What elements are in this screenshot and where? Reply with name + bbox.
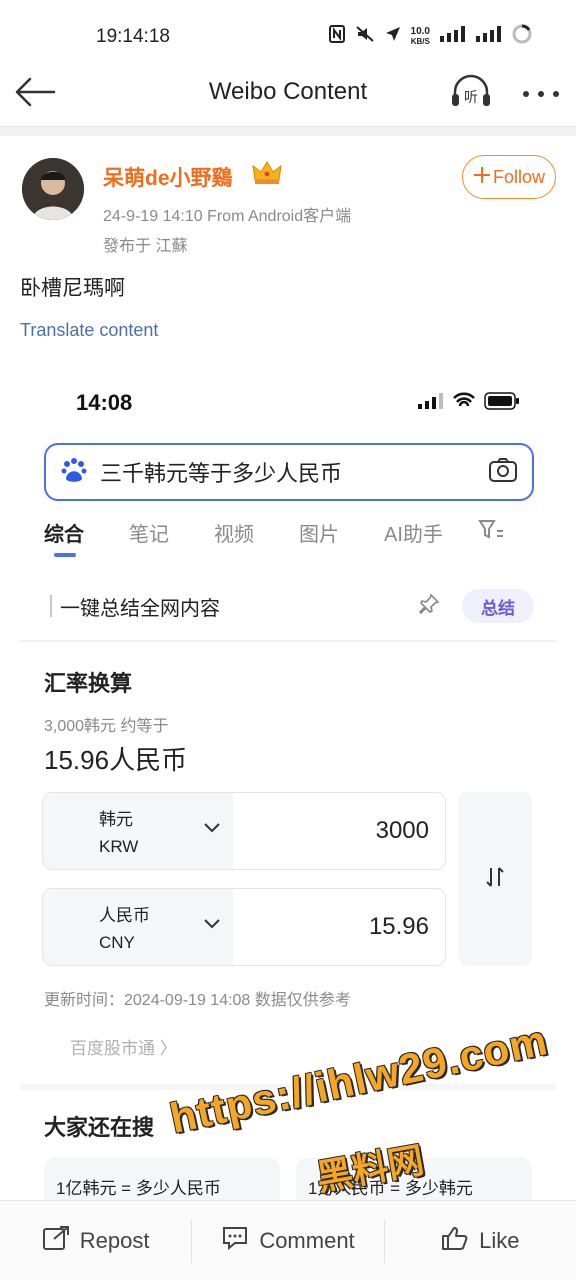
embedded-status-time: 14:08 xyxy=(76,390,133,415)
from-amount-input[interactable]: 3000 xyxy=(376,817,429,845)
like-button[interactable]: Like xyxy=(383,1218,576,1263)
summary-row: 一键总结全网内容 总结 xyxy=(50,588,534,624)
status-time: 19:14:18 xyxy=(96,26,170,47)
nav-bar: Weibo Content 听 xyxy=(0,72,576,126)
tab-images[interactable]: 图片 xyxy=(299,518,339,547)
mute-icon xyxy=(355,25,375,48)
action-bar: Repost Comment Like xyxy=(0,1200,576,1280)
exchange-result: 15.96人民币 xyxy=(44,745,188,775)
tab-ai-assistant[interactable]: AI助手 xyxy=(384,518,443,547)
crown-badge-icon xyxy=(252,160,282,191)
post-location: 發布于 江蘇 xyxy=(103,238,188,255)
also-search-title: 大家还在搜 xyxy=(44,1115,155,1140)
post-text: 卧槽尼瑪啊 xyxy=(20,277,125,300)
post-meta: 24-9-19 14:10 From Android客户端 xyxy=(103,208,352,225)
to-currency-box[interactable]: 人民币 CNY 15.96 xyxy=(42,888,446,966)
tab-all[interactable]: 综合 xyxy=(44,518,84,547)
chevron-down-icon xyxy=(203,917,221,935)
status-icons: 10.0 KB/S xyxy=(328,24,532,49)
battery-icon xyxy=(512,24,532,49)
repost-icon xyxy=(42,1225,70,1257)
update-time: 更新时间：2024-09-19 14:08 数据仅供参考 xyxy=(44,992,351,1009)
baidu-search-box[interactable]: 三千韩元等于多少人民币 xyxy=(44,443,534,501)
chevron-down-icon xyxy=(203,821,221,839)
from-currency-name: 韩元 xyxy=(99,810,133,829)
comment-icon xyxy=(221,1225,249,1257)
header-divider xyxy=(0,126,576,136)
repost-label: Repost xyxy=(79,1227,150,1253)
to-currency-name: 人民币 xyxy=(99,906,150,925)
search-tabs: 综合 笔记 视频 图片 AI助手 xyxy=(44,518,544,547)
translate-link[interactable]: Translate content xyxy=(20,320,158,341)
baidu-paw-icon xyxy=(60,456,88,489)
net-speed: 10.0 KB/S xyxy=(410,25,430,46)
plus-icon xyxy=(473,166,491,189)
also-search-item[interactable]: 1亿韩元 = 多少人民币 xyxy=(44,1158,280,1200)
wifi-icon xyxy=(452,392,476,415)
embedded-status-icons xyxy=(418,392,520,415)
tab-notes[interactable]: 笔记 xyxy=(129,518,169,547)
location-icon xyxy=(385,26,401,47)
thumbs-up-icon xyxy=(441,1225,469,1257)
status-bar: 19:14:18 10.0 KB/S xyxy=(0,0,576,72)
tab-video[interactable]: 视频 xyxy=(214,518,254,547)
post-username[interactable]: 呆萌de小野鷄 xyxy=(103,162,233,192)
camera-icon[interactable] xyxy=(488,457,518,488)
to-amount-input[interactable]: 15.96 xyxy=(369,913,429,941)
summary-bar xyxy=(50,595,52,617)
swap-arrows-icon xyxy=(483,865,507,894)
follow-button[interactable]: Follow xyxy=(462,155,556,199)
pin-icon[interactable] xyxy=(418,593,440,620)
listen-headphones-icon[interactable]: 听 xyxy=(450,74,492,115)
exchange-card-title: 汇率换算 xyxy=(44,671,133,696)
svg-text:听: 听 xyxy=(464,90,478,106)
cell-signal-icon xyxy=(418,393,444,414)
follow-label: Follow xyxy=(492,166,545,187)
more-options-icon[interactable] xyxy=(522,86,560,104)
comment-button[interactable]: Comment xyxy=(191,1218,383,1263)
signal-icon xyxy=(440,26,466,47)
swap-currency-button[interactable] xyxy=(458,792,532,966)
comment-label: Comment xyxy=(259,1227,355,1253)
signal-icon-2 xyxy=(476,26,502,47)
to-currency-code: CNY xyxy=(99,933,135,952)
filter-icon[interactable] xyxy=(478,519,504,546)
repost-button[interactable]: Repost xyxy=(0,1219,191,1263)
battery-full-icon xyxy=(484,392,520,415)
summarize-button[interactable]: 总结 xyxy=(462,589,534,623)
active-tab-indicator xyxy=(54,553,76,557)
like-label: Like xyxy=(479,1227,520,1253)
divider xyxy=(20,640,556,642)
stock-link[interactable]: 百度股市通 〉 xyxy=(70,1034,177,1059)
nfc-icon xyxy=(328,25,345,48)
summary-text: 一键总结全网内容 xyxy=(60,597,220,620)
avatar[interactable] xyxy=(22,158,84,220)
from-currency-code: KRW xyxy=(99,837,139,856)
search-query: 三千韩元等于多少人民币 xyxy=(100,461,343,486)
from-currency-box[interactable]: 韩元 KRW 3000 xyxy=(42,792,446,870)
exchange-sub: 3,000韩元 约等于 xyxy=(44,718,169,735)
